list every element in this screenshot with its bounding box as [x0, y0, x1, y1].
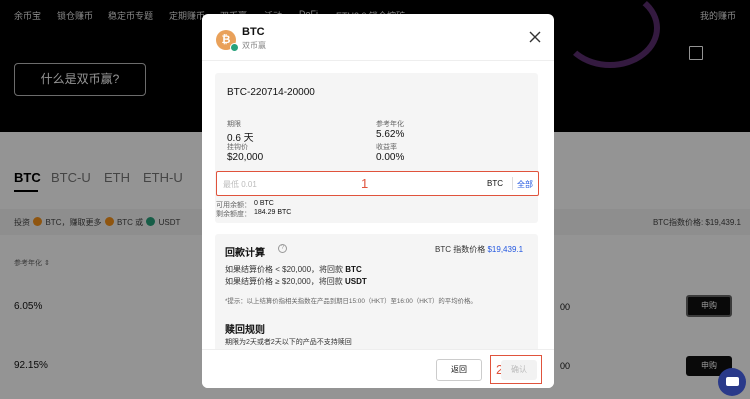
- yield-value: 0.00%: [376, 152, 405, 163]
- confirm-highlight: 2 确认: [490, 355, 542, 384]
- available-label: 可用余额：: [216, 202, 251, 209]
- calc-line2-text: 如果结算价格 ≥ $20,000，将回款: [225, 277, 343, 286]
- max-all-button[interactable]: 全部: [517, 179, 533, 190]
- modal-body[interactable]: BTC-220714-20000 期限 0.6 天 参考年化 5.62% 挂钩价…: [202, 61, 554, 349]
- calc-title: 回款计算: [225, 248, 265, 259]
- redeem-rule: 期限为2天或者2天以下的产品不支持赎回: [225, 339, 352, 346]
- page: 余币宝 锁仓赚币 稳定币专题 定期赚币 双币赢 活动 DeFi ETH2.0 锁…: [0, 0, 750, 399]
- strike-label: 挂钩价: [227, 144, 248, 151]
- ref-rate-value: 5.62%: [376, 129, 405, 140]
- yield-label: 收益率: [376, 144, 397, 151]
- product-id: BTC-220714-20000: [227, 87, 315, 98]
- confirm-button[interactable]: 确认: [501, 360, 537, 380]
- calc-index-label: BTC 指数价格: [435, 245, 486, 254]
- input-divider: [512, 177, 513, 190]
- calc-line2-coin: USDT: [345, 277, 367, 286]
- calc-note: *提示：以上结算价指相关指数在产品到期日15:00（HKT）至16:00（HKT…: [225, 298, 477, 305]
- calc-index-value: $19,439.1: [487, 245, 524, 254]
- calc-line-below: 如果结算价格 < $20,000，将回款 BTC: [225, 264, 362, 275]
- modal-title: BTC: [242, 26, 265, 38]
- calc-index-price: BTC 指数价格 $19,439.1: [435, 244, 523, 255]
- strike-value: $20,000: [227, 152, 264, 163]
- btc-icon: ₿: [216, 30, 239, 52]
- remaining-quota: 剩余额度： 184.29 BTC: [216, 209, 291, 219]
- amount-field: 1 BTC 全部: [216, 171, 539, 196]
- calc-line1-coin: BTC: [345, 265, 362, 274]
- chat-icon: [726, 377, 739, 386]
- term-label: 期限: [227, 121, 241, 128]
- modal-subtitle: 双币赢: [242, 41, 266, 50]
- remaining-value: 184.29 BTC: [254, 209, 292, 216]
- subscribe-modal: ₿ BTC 双币赢 BTC-220714-20000 期限 0.6 天 参考年化…: [202, 14, 554, 388]
- ref-rate-label: 参考年化: [376, 121, 404, 128]
- redeem-title: 赎回规则: [225, 325, 265, 336]
- help-icon[interactable]: ?: [278, 244, 287, 253]
- annotation-1: 1: [361, 176, 369, 191]
- chat-button[interactable]: [718, 368, 746, 396]
- payout-card: 回款计算 ? BTC 指数价格 $19,439.1 如果结算价格 < $20,0…: [215, 234, 538, 349]
- calc-line-above: 如果结算价格 ≥ $20,000，将回款 USDT: [225, 276, 367, 287]
- close-icon[interactable]: [528, 30, 542, 44]
- amount-unit: BTC: [487, 179, 503, 188]
- remaining-label: 剩余额度：: [216, 211, 251, 218]
- amount-input[interactable]: [223, 177, 423, 191]
- available-value: 0 BTC: [254, 200, 274, 207]
- modal-footer: 返回 2 确认: [202, 349, 554, 388]
- back-button[interactable]: 返回: [436, 359, 482, 381]
- calc-line1-text: 如果结算价格 < $20,000，将回款: [225, 265, 344, 274]
- usdt-mini-icon: [230, 43, 239, 52]
